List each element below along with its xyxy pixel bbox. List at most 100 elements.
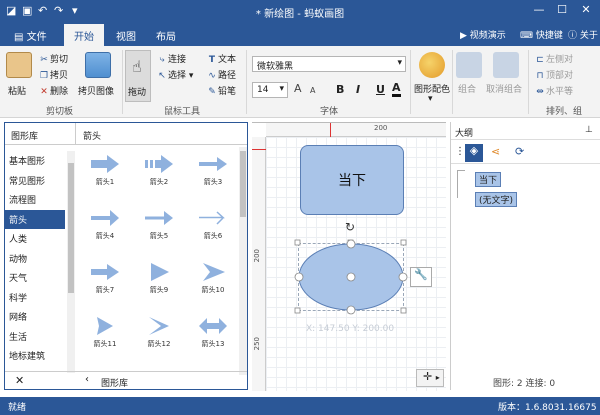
share-icon[interactable]: ⋖ xyxy=(491,145,500,158)
ruler-marker xyxy=(330,123,331,137)
wrench-button[interactable]: 🔧 xyxy=(410,267,432,287)
group-label-mouse: 鼠标工具 xyxy=(164,107,201,117)
scrollbar-thumb[interactable] xyxy=(68,163,74,293)
canvas-grid[interactable]: 当下 ↻ 🔧 X: 147.50 Y: 200.00 ✛ ▸ xyxy=(266,137,446,391)
scrollbar-thumb[interactable] xyxy=(240,151,246,217)
cut-button[interactable]: ✂ 剪切 xyxy=(38,52,68,65)
shape-item[interactable]: 箭头12 xyxy=(135,315,183,349)
select-tool[interactable]: ↖ 选择 ▾ xyxy=(156,68,193,81)
arrow-shape-icon xyxy=(203,263,225,281)
category-scrollbar[interactable] xyxy=(67,151,75,373)
ruler-label: 200 xyxy=(374,124,388,132)
paste-button[interactable]: 粘贴 xyxy=(6,52,32,100)
font-grow-icon[interactable]: A xyxy=(294,82,302,95)
arrow-shape-icon xyxy=(91,155,119,173)
shape-item[interactable]: 箭头11 xyxy=(81,315,129,349)
info-icon: ⓘ xyxy=(568,31,578,41)
library-header: 图形库 箭头 xyxy=(5,123,247,145)
italic-button[interactable]: I xyxy=(356,83,360,96)
shape-item[interactable]: 箭头9 xyxy=(135,261,183,295)
shape-item[interactable]: 箭头2 xyxy=(135,153,183,187)
shape-item[interactable]: 箭头4 xyxy=(81,207,129,241)
delete-icon: ✕ xyxy=(40,87,48,97)
ungroup-button[interactable]: 取消组合 xyxy=(486,52,526,100)
align-top-button[interactable]: ⊓ 顶部对 xyxy=(534,68,573,81)
header-divider xyxy=(75,123,76,145)
ribbon-divider xyxy=(452,50,453,114)
shape-item[interactable]: 箭头1 xyxy=(81,153,129,187)
font-family-select[interactable]: 微软雅黑 ▾ xyxy=(252,56,406,72)
shape-item-label: 箭头9 xyxy=(149,286,169,294)
delete-button[interactable]: ✕ 删除 xyxy=(38,84,68,97)
shape-item-label: 箭头6 xyxy=(203,232,223,240)
image-icon xyxy=(85,52,111,78)
footer-library-label: 图形库 xyxy=(101,379,129,389)
shortcut-button[interactable]: ⌨ 快捷键 xyxy=(520,28,563,41)
outline-item[interactable]: (无文字) xyxy=(475,192,518,207)
pin-icon[interactable]: ⊥ xyxy=(585,125,593,135)
outline-toolbar: ⋮ ◈ ⋖ ⟳ xyxy=(451,142,600,164)
category-item[interactable]: 科学 xyxy=(5,288,65,307)
minimize-button[interactable]: — xyxy=(530,3,548,19)
font-size-select[interactable]: 14 ▾ xyxy=(252,82,288,98)
outline-item[interactable]: 当下 xyxy=(475,172,502,187)
category-item[interactable]: 地标建筑 xyxy=(5,346,65,365)
group-label-clipboard: 剪切板 xyxy=(46,107,74,117)
menu-bar: ▤ 文件 开始 视图 布局 ▶ 视频演示 ⌨ 快捷键 ⓘ 关于 xyxy=(0,24,600,46)
path-tool[interactable]: ∿ 路径 xyxy=(206,68,236,81)
category-item[interactable]: 基本图形 xyxy=(5,151,65,170)
shape-item[interactable]: 箭头13 xyxy=(189,315,237,349)
category-item[interactable]: 常见图形 xyxy=(5,171,65,190)
copy-button[interactable]: ❐ 拷贝 xyxy=(38,68,68,81)
font-shrink-icon[interactable]: A xyxy=(310,86,315,95)
horizontal-ruler: 200 xyxy=(266,123,446,137)
close-library-button[interactable]: ✕ xyxy=(15,374,24,387)
category-item[interactable]: 生活 xyxy=(5,327,65,346)
outline-tree-icon[interactable]: ◈ xyxy=(465,144,483,162)
video-demo-button[interactable]: ▶ 视频演示 xyxy=(460,28,506,41)
category-item[interactable]: 流程图 xyxy=(5,190,65,209)
bold-button[interactable]: B xyxy=(336,83,344,96)
category-item[interactable]: 天气 xyxy=(5,268,65,287)
tab-home[interactable]: 开始 xyxy=(64,24,104,46)
tab-layout[interactable]: 布局 xyxy=(156,28,176,43)
shape-item[interactable]: 箭头7 xyxy=(81,261,129,295)
category-title: 箭头 xyxy=(83,132,102,142)
move-control[interactable]: ✛ ▸ xyxy=(416,369,444,387)
shape-scrollbar[interactable] xyxy=(239,147,247,375)
ellipse-layer xyxy=(294,239,408,315)
category-item[interactable]: 箭头 xyxy=(5,209,65,229)
category-item[interactable]: 动物 xyxy=(5,249,65,268)
shape-item[interactable]: 箭头6 xyxy=(189,207,237,241)
refresh-icon[interactable]: ⟳ xyxy=(515,145,524,158)
shape-color-button[interactable]: 图形配色 ▾ xyxy=(414,52,450,104)
font-color-button[interactable]: A xyxy=(392,82,401,97)
pencil-tool[interactable]: ✎ 铅笔 xyxy=(206,84,236,97)
shape-item[interactable]: 箭头10 xyxy=(189,261,237,295)
back-button[interactable]: ‹ xyxy=(85,374,89,385)
drag-tool-button[interactable]: ☝ 拖动 xyxy=(125,50,151,102)
ruler-label: 250 xyxy=(253,337,261,351)
more-icon[interactable]: ⋮ xyxy=(455,146,465,157)
close-button[interactable]: ✕ xyxy=(577,3,595,19)
underline-button[interactable]: U xyxy=(376,83,385,96)
drawing-canvas[interactable]: 200 200 250 当下 ↻ 🔧 X: 147.50 Y: 200.00 ✛… xyxy=(252,122,446,391)
shape-item[interactable]: 箭头3 xyxy=(189,153,237,187)
connect-tool[interactable]: ⤷ 连接 xyxy=(156,52,186,65)
category-item[interactable]: 网络 xyxy=(5,307,65,326)
video-icon: ▶ xyxy=(460,31,467,41)
distribute-horizontal-button[interactable]: ⇹ 水平等 xyxy=(534,84,573,97)
shape-item[interactable]: 箭头5 xyxy=(135,207,183,241)
text-tool[interactable]: T 文本 xyxy=(206,52,236,65)
group-button[interactable]: 组合 xyxy=(456,52,482,100)
maximize-button[interactable]: ☐ xyxy=(553,3,571,19)
ruler-label: 200 xyxy=(253,249,261,263)
about-button[interactable]: ⓘ 关于 xyxy=(568,28,598,41)
arrow-shape-icon xyxy=(151,263,169,281)
menu-file[interactable]: ▤ 文件 xyxy=(14,28,47,43)
tab-view[interactable]: 视图 xyxy=(116,28,136,43)
copy-image-button[interactable]: 拷贝图像 xyxy=(78,52,118,100)
align-left-button[interactable]: ⊏ 左侧对 xyxy=(534,52,573,65)
category-item[interactable]: 人类 xyxy=(5,229,65,248)
move-icon: ✛ xyxy=(423,370,433,383)
